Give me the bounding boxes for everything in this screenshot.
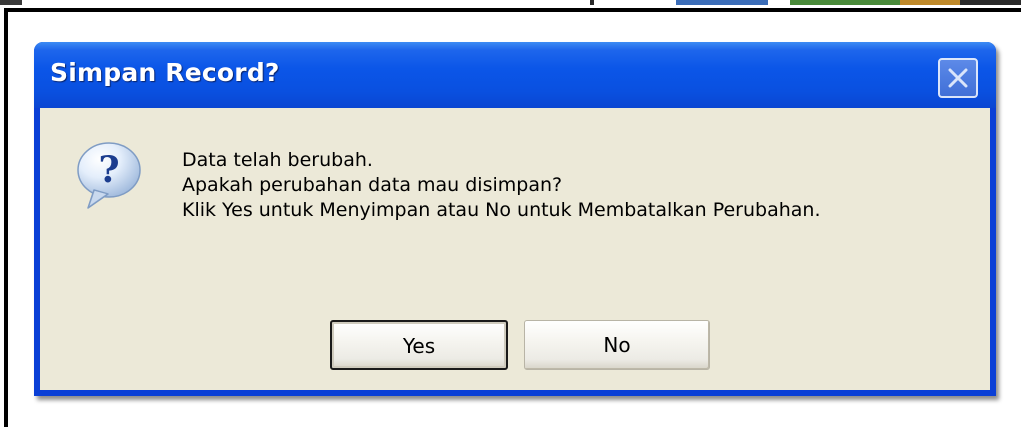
background-window-edge xyxy=(0,0,1021,8)
message-line: Apakah perubahan data mau disimpan? xyxy=(182,174,563,196)
dialog-body: ? Data telah berubah. Apakah perubahan d… xyxy=(40,108,990,390)
svg-text:?: ? xyxy=(98,149,119,191)
dialog-title: Simpan Record? xyxy=(50,58,280,87)
message-dialog: Simpan Record? ? Data telah berubah. Apa… xyxy=(34,42,996,396)
close-icon xyxy=(948,68,968,88)
question-icon: ? xyxy=(77,142,141,209)
close-button[interactable] xyxy=(938,58,978,98)
yes-button[interactable]: Yes xyxy=(330,320,508,370)
message-line: Data telah berubah. xyxy=(182,149,373,171)
dialog-message: Data telah berubah. Apakah perubahan dat… xyxy=(182,148,821,223)
dialog-titlebar[interactable]: Simpan Record? xyxy=(34,42,996,108)
message-line: Klik Yes untuk Menyimpan atau No untuk M… xyxy=(182,199,821,221)
no-button[interactable]: No xyxy=(524,320,710,370)
